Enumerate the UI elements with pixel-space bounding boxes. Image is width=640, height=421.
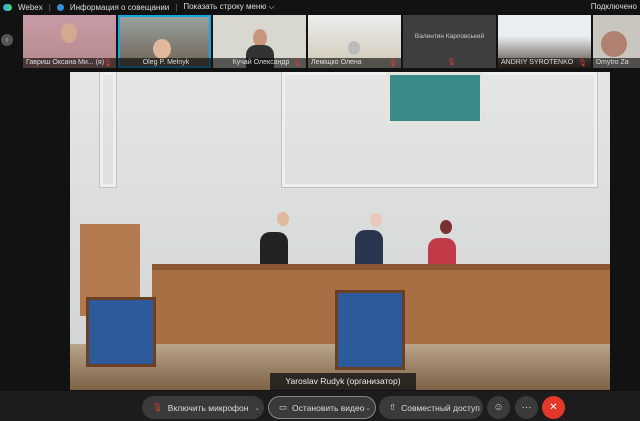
- muted-mic-icon: 🎙: [293, 60, 302, 67]
- leave-meeting-button[interactable]: ✕: [542, 396, 565, 419]
- participant-name: Валентин Карповський: [414, 33, 485, 40]
- scroll-left-button[interactable]: ‹: [1, 34, 13, 46]
- participant-thumb[interactable]: Леміщко Олена 🎙: [308, 15, 401, 68]
- speaker-caption: Yaroslav Rudyk (организатор): [270, 373, 416, 390]
- participant-video: [601, 31, 627, 57]
- muted-mic-icon: 🎙: [388, 60, 397, 67]
- participant-name: Кучай Олександр: [213, 58, 306, 68]
- stop-video-label: Остановить видео: [292, 402, 365, 413]
- more-options-button[interactable]: ···: [515, 396, 538, 419]
- participant-name: Гавриш Оксана Ми...: [26, 59, 94, 66]
- chevron-down-icon[interactable]: ⌄: [254, 404, 260, 412]
- participant-name: Dmytro Za: [593, 58, 640, 68]
- person-head: [277, 212, 289, 226]
- chair: [335, 290, 405, 370]
- participant-video: [153, 39, 171, 59]
- participant-video: [61, 23, 77, 43]
- unmute-label: Включить микрофон: [167, 402, 249, 413]
- participant-thumb[interactable]: Гавриш Оксана Ми... (я) 🎙: [23, 15, 116, 68]
- participant-name: ANDRIY SYROTENKO: [498, 58, 591, 68]
- participant-thumb[interactable]: Кучай Олександр 🎙: [213, 15, 306, 68]
- person-head: [370, 213, 382, 227]
- meeting-info-button[interactable]: Информация о совещании: [70, 3, 169, 12]
- webex-logo-icon: [3, 3, 12, 11]
- participant-thumb[interactable]: ANDRIY SYROTENKO 🎙: [498, 15, 591, 68]
- participant-thumb[interactable]: Валентин Карповський 🎙: [403, 15, 496, 68]
- muted-mic-icon: 🎙: [578, 60, 587, 67]
- share-button[interactable]: ⇧ Совместный доступ: [379, 396, 483, 419]
- connection-status: Подключено: [590, 2, 637, 11]
- muted-mic-icon: 🎙: [447, 59, 456, 66]
- person-head: [440, 220, 452, 234]
- divider: |: [175, 2, 178, 12]
- share-label: Совместный доступ: [401, 402, 480, 413]
- chair: [86, 297, 156, 367]
- active-speaker-video: [70, 72, 610, 390]
- unmute-button[interactable]: 🎙 Включить микрофон ⌄: [142, 396, 264, 419]
- chevron-down-icon[interactable]: ⌄: [365, 404, 371, 412]
- share-icon: ⇧: [389, 402, 397, 412]
- reactions-button[interactable]: ☺: [487, 396, 510, 419]
- muted-mic-icon: 🎙: [103, 60, 112, 67]
- app-name: Webex: [18, 2, 43, 12]
- participant-video: [348, 41, 360, 55]
- participant-name: Леміщко Олена: [308, 58, 401, 68]
- muted-mic-icon: 🎙: [152, 402, 163, 412]
- participant-thumb[interactable]: Oleg P. Melnyk: [118, 15, 211, 68]
- participant-name: Oleg P. Melnyk: [118, 58, 211, 68]
- camera-icon: ▭: [279, 402, 288, 412]
- info-icon: [56, 3, 64, 11]
- divider: |: [48, 2, 51, 12]
- top-bar: Webex | Информация о совещании | Показат…: [0, 0, 640, 14]
- participant-thumb[interactable]: Dmytro Za: [593, 15, 640, 68]
- emblem: [387, 72, 483, 124]
- wall-panel: [100, 72, 116, 187]
- stop-video-button[interactable]: ▭ Остановить видео ⌄: [268, 396, 376, 419]
- show-menu-button[interactable]: Показать строку меню ⌵: [183, 2, 274, 12]
